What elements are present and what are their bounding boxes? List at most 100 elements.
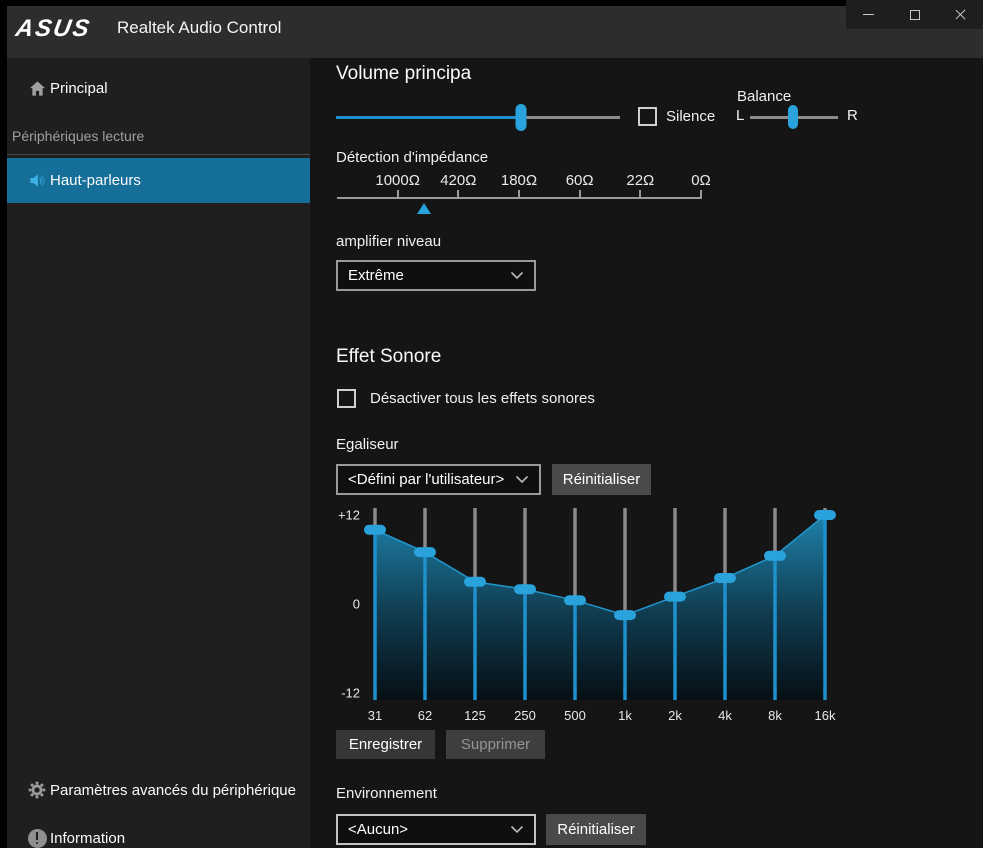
impedance-scale-label: 22Ω	[626, 172, 654, 189]
minimize-button[interactable]	[846, 0, 892, 29]
title-bar: ASUS Realtek Audio Control	[0, 0, 983, 58]
equalizer-preset-value: <Défini par l'utilisateur>	[348, 471, 504, 488]
impedance-scale-line	[337, 197, 701, 199]
eq-band-thumb[interactable]	[364, 525, 386, 535]
eq-band-thumb[interactable]	[464, 577, 486, 587]
balance-thumb[interactable]	[788, 105, 798, 129]
eq-band-thumb[interactable]	[764, 551, 786, 561]
eq-ytick-label: -12	[341, 686, 360, 701]
impedance-tick	[700, 190, 702, 199]
sidebar-divider	[0, 154, 310, 155]
maximize-button[interactable]	[892, 0, 938, 29]
volume-slider-thumb[interactable]	[515, 104, 526, 131]
impedance-scale-label: 180Ω	[501, 172, 537, 189]
window-controls	[846, 0, 983, 29]
eq-band-thumb[interactable]	[664, 592, 686, 602]
delete-button[interactable]: Supprimer	[446, 730, 545, 759]
balance-right-label: R	[847, 107, 858, 124]
volume-slider-fill	[336, 116, 521, 119]
equalizer-reset-button[interactable]: Réinitialiser	[552, 464, 651, 495]
gear-icon	[27, 780, 47, 800]
main-content: Volume principa Silence Balance L R Déte…	[310, 58, 983, 848]
equalizer-preset-dropdown[interactable]: <Défini par l'utilisateur>	[336, 464, 541, 495]
app-title: Realtek Audio Control	[117, 18, 281, 38]
asus-logo: ASUS	[14, 15, 94, 43]
sidebar-item-speakers[interactable]: Haut-parleurs	[0, 158, 310, 203]
eq-band-thumb[interactable]	[414, 547, 436, 557]
disable-effects-checkbox[interactable]	[337, 389, 356, 408]
eq-xtick-label: 31	[368, 708, 382, 723]
sidebar: Principal Périphériques lecture Haut-par…	[0, 58, 310, 848]
maximize-icon	[910, 10, 920, 20]
window-edge-left	[0, 0, 7, 848]
balance-slider[interactable]	[750, 104, 838, 130]
sidebar-item-information[interactable]: Information	[0, 818, 310, 848]
close-button[interactable]	[937, 0, 983, 29]
impedance-marker-icon	[417, 203, 431, 214]
environment-label: Environnement	[336, 785, 437, 802]
environment-dropdown-value: <Aucun>	[348, 821, 408, 838]
balance-left-label: L	[736, 107, 744, 124]
eq-xtick-label: 500	[564, 708, 586, 723]
sidebar-item-advanced-settings[interactable]: Paramètres avancés du périphérique	[0, 770, 310, 810]
environment-dropdown[interactable]: <Aucun>	[336, 814, 536, 845]
eq-xtick-label: 4k	[718, 708, 732, 723]
environment-reset-button[interactable]: Réinitialiser	[546, 814, 646, 845]
eq-xtick-label: 2k	[668, 708, 682, 723]
sidebar-item-label: Haut-parleurs	[50, 172, 141, 189]
chevron-down-icon	[515, 475, 529, 484]
eq-xtick-label: 62	[418, 708, 432, 723]
impedance-scale-label: 1000Ω	[375, 172, 420, 189]
eq-band-thumb[interactable]	[564, 595, 586, 605]
effects-section-title: Effet Sonore	[336, 346, 441, 368]
eq-xtick-label: 16k	[815, 708, 836, 723]
equalizer-chart: +12 0 -12 31 62 125 250 500 1k 2k 4k 8k 16k	[336, 504, 860, 728]
app-window: ASUS Realtek Audio Control Principal Pér…	[0, 0, 983, 848]
eq-ytick-label: +12	[338, 508, 360, 523]
eq-xtick-label: 8k	[768, 708, 782, 723]
volume-section-title: Volume principa	[336, 63, 471, 85]
impedance-scale-label: 60Ω	[566, 172, 594, 189]
eq-xtick-label: 250	[514, 708, 536, 723]
chevron-down-icon	[510, 271, 524, 280]
amplifier-dropdown-value: Extrême	[348, 267, 404, 284]
sidebar-section-label: Périphériques lecture	[12, 128, 144, 144]
home-icon	[27, 78, 47, 98]
eq-band-thumb[interactable]	[814, 510, 836, 520]
info-icon	[27, 828, 47, 848]
impedance-tick	[579, 190, 581, 199]
silence-checkbox[interactable]	[638, 107, 657, 126]
chevron-down-icon	[510, 825, 524, 834]
save-button[interactable]: Enregistrer	[336, 730, 435, 759]
silence-label: Silence	[666, 108, 715, 125]
amplifier-dropdown[interactable]: Extrême	[336, 260, 536, 291]
impedance-scale: 1000Ω420Ω180Ω60Ω22Ω0Ω	[337, 172, 701, 222]
amplifier-label: amplifier niveau	[336, 233, 441, 250]
eq-band-thumb[interactable]	[514, 584, 536, 594]
volume-slider[interactable]	[336, 103, 620, 131]
close-icon	[954, 8, 967, 21]
disable-effects-label: Désactiver tous les effets sonores	[370, 390, 595, 407]
sidebar-item-principal[interactable]: Principal	[0, 68, 310, 108]
speaker-icon	[27, 171, 47, 191]
minimize-icon	[863, 14, 874, 15]
impedance-tick	[457, 190, 459, 199]
eq-band-thumb[interactable]	[614, 610, 636, 620]
sidebar-item-label: Paramètres avancés du périphérique	[50, 782, 296, 799]
eq-band-thumb[interactable]	[714, 573, 736, 583]
equalizer-svg: +12 0 -12 31 62 125 250 500 1k 2k 4k 8k 16k	[336, 504, 860, 728]
impedance-scale-label: 420Ω	[440, 172, 476, 189]
sidebar-item-label: Information	[50, 830, 125, 847]
impedance-scale-label: 0Ω	[691, 172, 711, 189]
sidebar-item-label: Principal	[50, 80, 108, 97]
eq-xtick-label: 125	[464, 708, 486, 723]
impedance-scale-labels: 1000Ω420Ω180Ω60Ω22Ω0Ω	[337, 172, 701, 192]
eq-ytick-label: 0	[353, 597, 360, 612]
eq-xtick-label: 1k	[618, 708, 632, 723]
window-edge-top	[0, 0, 983, 6]
impedance-tick	[397, 190, 399, 199]
balance-label: Balance	[737, 88, 791, 105]
impedance-tick	[518, 190, 520, 199]
equalizer-label: Egaliseur	[336, 436, 399, 453]
impedance-tick	[639, 190, 641, 199]
